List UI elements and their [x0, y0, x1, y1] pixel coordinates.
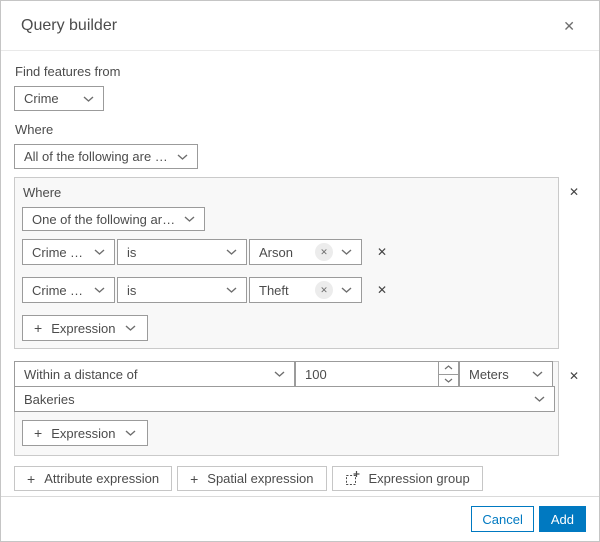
add-expression-button[interactable]: + Expression [22, 420, 148, 446]
spatial-expression-group: Within a distance of Meters [14, 361, 559, 456]
add-expression-label: Expression [51, 425, 116, 441]
dialog-header: Query builder ✕ [1, 1, 599, 51]
chevron-down-icon [177, 153, 188, 160]
expression-group-icon [345, 471, 360, 486]
plus-icon: + [27, 470, 36, 487]
target-layer-select[interactable]: Bakeries [14, 386, 555, 412]
plus-icon: + [34, 425, 43, 441]
field-select-value: Crime Type [32, 244, 86, 260]
remove-group-icon[interactable]: ✕ [567, 368, 581, 384]
add-expression-group-button[interactable]: Expression group [331, 466, 483, 491]
unit-select[interactable]: Meters [459, 361, 553, 387]
operator-select[interactable]: is [117, 239, 247, 265]
attribute-expression-label: Attribute expression [44, 471, 160, 486]
value-combobox[interactable]: Arson ✕ [249, 239, 362, 265]
remove-group-icon[interactable]: ✕ [567, 184, 581, 200]
chevron-down-icon [94, 287, 105, 293]
distance-input-wrap [295, 361, 459, 387]
field-select[interactable]: Crime Type [22, 277, 115, 303]
chevron-down-icon [534, 396, 545, 402]
chevron-down-icon [125, 325, 136, 331]
operator-select-value: is [127, 244, 137, 260]
distance-spinner [438, 362, 458, 386]
combinator-select[interactable]: All of the following are true [14, 144, 198, 169]
field-select-value: Crime Type [32, 282, 86, 298]
value-combobox[interactable]: Theft ✕ [249, 277, 362, 303]
attribute-expression-group: Where One of the following are tr… Crime… [14, 177, 559, 349]
expression-toolbar: + Attribute expression + Spatial express… [14, 466, 586, 491]
dialog-body: Find features from Crime Where All of th… [1, 51, 599, 496]
spinner-down-icon[interactable] [439, 375, 458, 387]
group-combinator-select[interactable]: One of the following are tr… [22, 207, 205, 231]
remove-condition-icon[interactable]: ✕ [375, 244, 389, 260]
add-expression-button[interactable]: + Expression [22, 315, 148, 341]
clear-value-icon[interactable]: ✕ [315, 243, 333, 261]
distance-input[interactable] [295, 361, 459, 387]
spatial-relation-value: Within a distance of [24, 366, 138, 382]
add-button[interactable]: Add [538, 506, 586, 532]
spinner-up-icon[interactable] [439, 362, 458, 375]
chevron-down-icon [341, 249, 352, 255]
cancel-button[interactable]: Cancel [471, 506, 534, 532]
spatial-relation-select[interactable]: Within a distance of [14, 361, 295, 387]
dialog-footer: Cancel Add [1, 496, 599, 541]
group-where-label: Where [23, 185, 62, 200]
clear-value-icon[interactable]: ✕ [315, 281, 333, 299]
add-attribute-expression-button[interactable]: + Attribute expression [14, 466, 173, 491]
attribute-group-row: Where One of the following are tr… Crime… [14, 177, 586, 349]
dialog-title: Query builder [21, 16, 118, 34]
add-expression-label: Expression [51, 320, 116, 336]
combinator-select-value: All of the following are true [24, 149, 169, 164]
chevron-down-icon [125, 430, 136, 436]
close-icon[interactable]: ✕ [559, 15, 579, 37]
where-label: Where [15, 122, 54, 137]
plus-icon: + [34, 320, 43, 336]
find-features-label: Find features from [15, 64, 121, 79]
remove-condition-icon[interactable]: ✕ [375, 282, 389, 298]
add-spatial-expression-button[interactable]: + Spatial expression [177, 466, 327, 491]
distance-row: Within a distance of Meters [14, 361, 558, 387]
chevron-down-icon [94, 249, 105, 255]
chevron-down-icon [341, 287, 352, 293]
chevron-down-icon [274, 371, 285, 377]
operator-select-value: is [127, 282, 137, 298]
spatial-group-row: Within a distance of Meters [14, 361, 586, 456]
target-layer-value: Bakeries [24, 391, 75, 407]
plus-icon: + [190, 470, 199, 487]
expression-group-label: Expression group [368, 471, 470, 486]
chevron-down-icon [226, 249, 237, 255]
chevron-down-icon [184, 216, 195, 222]
spatial-expression-label: Spatial expression [207, 471, 314, 486]
chevron-down-icon [226, 287, 237, 293]
field-select[interactable]: Crime Type [22, 239, 115, 265]
layer-select-value: Crime [24, 91, 59, 106]
condition-row: Crime Type is Arson ✕ ✕ [22, 239, 551, 265]
condition-row: Crime Type is Theft ✕ ✕ [22, 277, 551, 303]
unit-select-value: Meters [469, 366, 509, 382]
query-builder-dialog: Query builder ✕ Find features from Crime… [0, 0, 600, 542]
value-combobox-value: Theft [259, 282, 289, 298]
layer-select[interactable]: Crime [14, 86, 104, 111]
chevron-down-icon [83, 95, 94, 102]
group-combinator-value: One of the following are tr… [32, 211, 176, 227]
chevron-down-icon [532, 371, 543, 377]
operator-select[interactable]: is [117, 277, 247, 303]
value-combobox-value: Arson [259, 244, 293, 260]
